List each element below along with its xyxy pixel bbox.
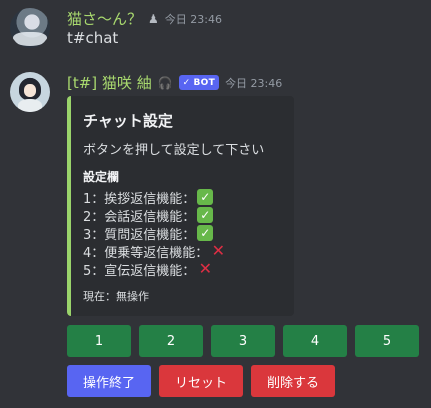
check-mark-icon: ✓ xyxy=(197,189,214,205)
setting-row-advert: 5：宣伝返信機能： ✕ xyxy=(83,259,282,279)
avatar-image xyxy=(13,32,47,46)
setting-row-piggyback: 4：便乗等返信機能： ✕ xyxy=(83,241,282,261)
finish-button[interactable]: 操作終了 xyxy=(67,365,152,397)
user-avatar[interactable] xyxy=(10,8,50,48)
message-content: t#chat xyxy=(67,29,119,47)
toggle-button-4[interactable]: 4 xyxy=(283,325,347,357)
setting-row-greeting: 1：挨拶返信機能： ✓ xyxy=(83,188,282,207)
embed-footer: 現在：無操作 xyxy=(83,290,149,303)
check-mark-icon: ✓ xyxy=(197,207,214,223)
bot-avatar[interactable] xyxy=(10,72,50,112)
settings-embed: チャット設定 ボタンを押して設定して下さい 設定欄 1：挨拶返信機能： ✓ 2：… xyxy=(67,96,294,316)
delete-button[interactable]: 削除する xyxy=(251,365,336,397)
verified-check-icon: ✓ xyxy=(182,77,191,88)
reset-button[interactable]: リセット xyxy=(159,365,244,397)
bot-username[interactable]: [t#] 猫咲 紬 xyxy=(67,72,152,93)
toggle-button-5[interactable]: 5 xyxy=(355,325,419,357)
check-mark-icon: ✓ xyxy=(197,225,214,241)
setting-label: 4：便乗等返信機能： xyxy=(83,245,209,261)
action-button-row: 操作終了 リセット 削除する xyxy=(67,365,343,397)
setting-row-question: 3：質問返信機能： ✓ xyxy=(83,224,282,243)
bot-badge: ✓ BOT xyxy=(178,75,220,90)
setting-row-conversation: 2：会話返信機能： ✓ xyxy=(83,206,282,225)
toggle-button-3[interactable]: 3 xyxy=(211,325,275,357)
message-1: 猫さ〜ん？ ♟ 今日 23:46 t#chat xyxy=(0,0,431,60)
cross-mark-icon: ✕ xyxy=(211,241,225,260)
number-button-row: 1 2 3 4 5 xyxy=(67,325,427,357)
avatar-face xyxy=(24,84,36,97)
embed-description: ボタンを押して設定して下さい xyxy=(83,143,265,158)
timestamp: 今日 23:46 xyxy=(164,12,222,26)
headphones-icon: 🎧 xyxy=(157,75,173,90)
avatar-body xyxy=(18,99,42,112)
toggle-button-2[interactable]: 2 xyxy=(139,325,203,357)
setting-label: 2：会話返信機能： xyxy=(83,209,196,225)
setting-label: 5：宣伝返信機能： xyxy=(83,263,196,279)
timestamp: 今日 23:46 xyxy=(225,76,283,90)
setting-label: 3：質問返信機能： xyxy=(83,227,196,243)
embed-field-name: 設定欄 xyxy=(83,170,120,184)
cross-mark-icon: ✕ xyxy=(198,259,212,278)
embed-title: チャット設定 xyxy=(83,112,173,130)
setting-label: 1：挨拶返信機能： xyxy=(83,191,196,207)
username[interactable]: 猫さ〜ん？ xyxy=(67,8,142,29)
role-icon: ♟ xyxy=(148,11,159,26)
bot-badge-label: BOT xyxy=(193,77,216,88)
toggle-button-1[interactable]: 1 xyxy=(67,325,131,357)
